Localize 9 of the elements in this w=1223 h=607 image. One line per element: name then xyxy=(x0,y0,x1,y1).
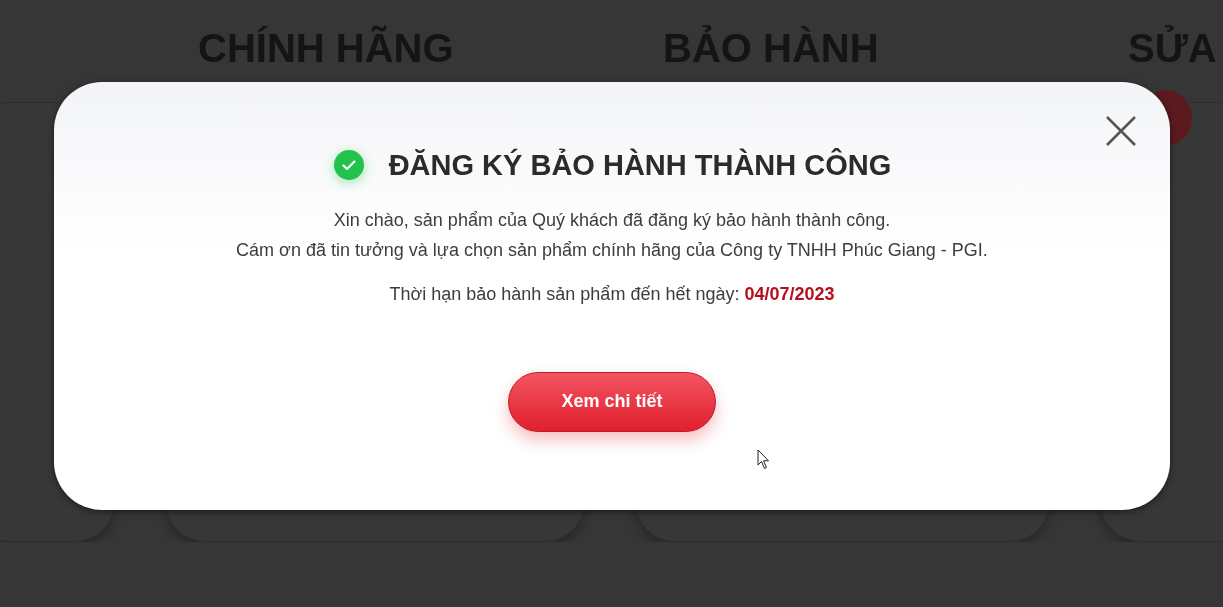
dialog-title: ĐĂNG KÝ BẢO HÀNH THÀNH CÔNG xyxy=(388,148,892,183)
message-line: Xin chào, sản phẩm của Quý khách đã đăng ký bảo hành thành công. xyxy=(332,208,892,232)
details-button[interactable]: Xem chi tiết xyxy=(508,371,716,432)
cursor-icon xyxy=(757,449,771,470)
close-button[interactable] xyxy=(1104,114,1138,148)
expiry-label: Thời hạn bảo hành sản phẩm đến hết ngày: xyxy=(389,283,740,304)
check-icon xyxy=(332,149,365,182)
expiry-date: 04/07/2023 xyxy=(744,283,835,304)
message-line: Cám ơn đã tin tưởng và lựa chọn sản phẩm chính hãng của Công ty TNHH Phúc Giang - PGI. xyxy=(235,238,989,262)
